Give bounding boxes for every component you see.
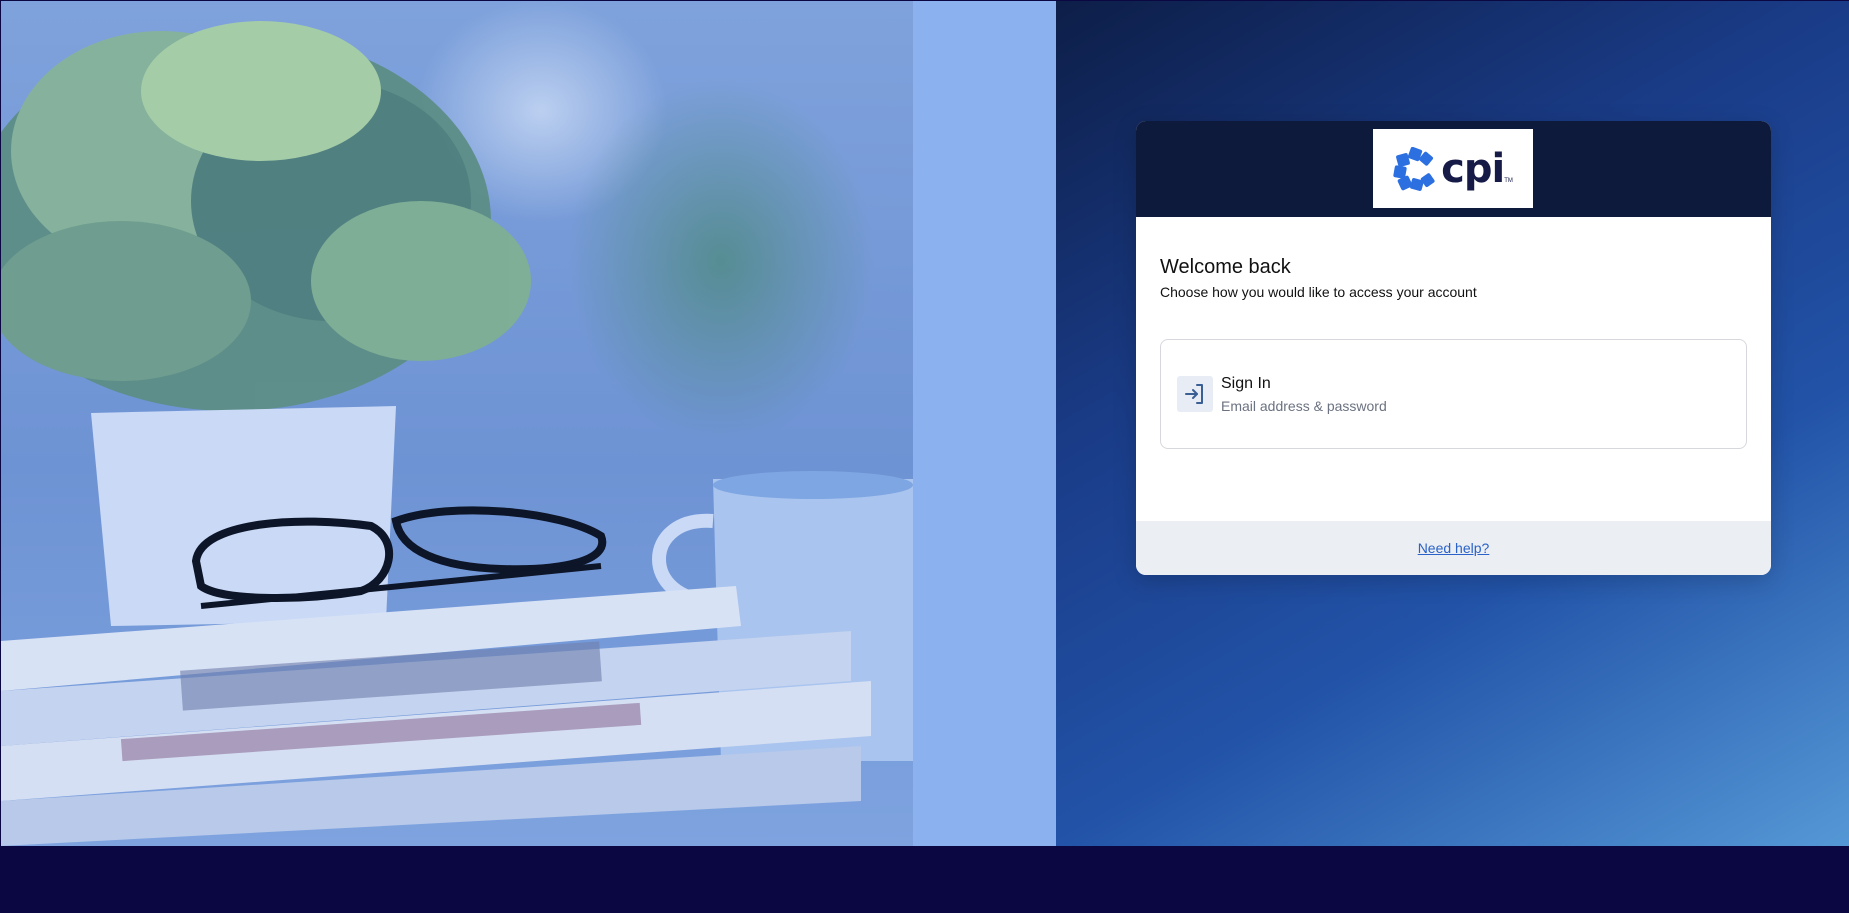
- page-title: Welcome back: [1160, 256, 1291, 278]
- card-header: cpi TM: [1136, 121, 1771, 217]
- page-footer-bar: [0, 846, 1849, 913]
- sign-in-label: Sign In: [1221, 374, 1271, 392]
- logo-trademark: TM: [1504, 178, 1513, 184]
- logo-wordmark: cpi: [1441, 145, 1505, 192]
- card-footer: Need help?: [1136, 521, 1771, 575]
- plant-foliage: [1, 21, 531, 411]
- page-subtitle: Choose how you would like to access your…: [1160, 284, 1477, 300]
- brand-logo: cpi TM: [1373, 129, 1533, 208]
- login-page: cpi TM Welcome back Choose how you would…: [0, 0, 1849, 913]
- sign-in-description: Email address & password: [1221, 397, 1387, 414]
- sign-in-option-button[interactable]: Sign In Email address & password: [1160, 339, 1747, 449]
- need-help-link[interactable]: Need help?: [1418, 540, 1490, 556]
- card-body: Welcome back Choose how you would like t…: [1136, 217, 1771, 449]
- decorative-photo: [1, 1, 913, 846]
- sign-in-icon: [1177, 376, 1213, 412]
- sign-in-option-text: Sign In Email address & password: [1221, 374, 1387, 415]
- background-photo-panel: [1, 1, 1056, 846]
- login-card: cpi TM Welcome back Choose how you would…: [1136, 121, 1771, 575]
- cpi-mark-icon: [1393, 146, 1435, 191]
